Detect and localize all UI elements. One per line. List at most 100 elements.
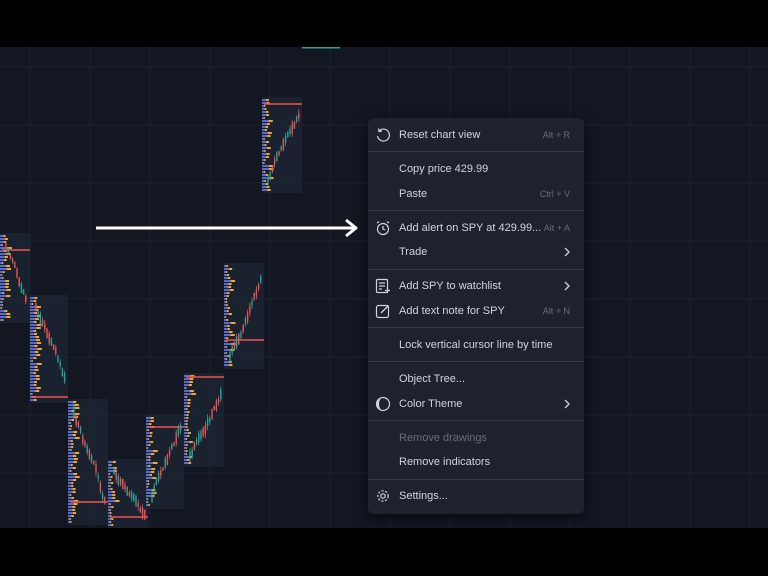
settings-item[interactable]: Settings... (368, 485, 584, 507)
volume-profile-bar (224, 352, 226, 354)
volume-profile-bar (31, 360, 33, 362)
volume-profile-bar (69, 518, 71, 520)
volume-profile-bar (146, 498, 148, 500)
add-to-watchlist-item[interactable]: Add SPY to watchlist (368, 275, 584, 297)
candle-body (280, 146, 282, 151)
volume-profile-bar (148, 504, 150, 506)
volume-profile-bar (224, 298, 226, 300)
candle-body (276, 152, 278, 161)
menu-separator (368, 151, 584, 152)
volume-profile-bar (34, 381, 38, 383)
volume-profile-bar (146, 456, 149, 458)
volume-profile-bar (184, 390, 190, 392)
volume-profile-bar (262, 129, 265, 131)
trade-item[interactable]: Trade (368, 241, 584, 263)
volume-profile-bar (112, 461, 116, 463)
volume-profile-bar (188, 432, 191, 434)
volume-profile-bar (263, 117, 265, 119)
volume-profile-bar (31, 303, 34, 305)
volume-profile-bar (108, 485, 110, 487)
volume-profile-bar (70, 521, 72, 523)
volume-profile-bar (267, 147, 271, 149)
volume-profile-bar (35, 375, 40, 377)
volume-profile-bar (148, 483, 150, 485)
lock-cursor-item[interactable]: Lock vertical cursor line by time (368, 334, 584, 356)
volume-profile-bar (70, 449, 72, 451)
volume-profile-bar (108, 503, 110, 505)
volume-profile-bar (267, 132, 272, 134)
volume-profile-bar (262, 174, 266, 176)
volume-profile-bar (184, 453, 186, 455)
volume-profile-bar (184, 384, 189, 386)
candle-body (113, 467, 115, 475)
volume-profile-bar (30, 324, 38, 326)
volume-profile-bar (68, 470, 70, 472)
object-tree-item[interactable]: Object Tree... (368, 368, 584, 390)
volume-profile-bar (191, 393, 196, 395)
volume-profile-bar (30, 318, 36, 320)
volume-profile-bar (34, 333, 37, 335)
volume-profile-bar (34, 345, 38, 347)
volume-profile-bar (227, 328, 231, 330)
volume-profile-bar (224, 268, 229, 270)
candle-body (249, 305, 251, 313)
volume-profile-bar (68, 515, 72, 517)
candle-body (20, 282, 23, 293)
volume-profile-bar (262, 132, 268, 134)
volume-profile-bar (69, 494, 72, 496)
volume-profile-bar (0, 244, 2, 246)
reset-chart-view-item[interactable]: Reset chart view Alt + R (368, 124, 584, 146)
volume-profile-bar (34, 399, 37, 401)
volume-profile-bar (70, 425, 73, 427)
volume-profile-bar (33, 321, 37, 323)
add-alert-item[interactable]: Add alert on SPY at 429.99... Alt + A (368, 217, 584, 239)
volume-profile-bar (224, 343, 232, 345)
volume-profile-bar (262, 153, 267, 155)
volume-profile-bar (229, 331, 233, 333)
volume-profile-bar (68, 440, 71, 442)
volume-profile-bar (262, 189, 268, 191)
volume-profile-bar (5, 286, 9, 288)
candle-body (144, 509, 146, 520)
volume-profile-bar (224, 334, 231, 336)
volume-profile-bar (30, 366, 35, 368)
volume-profile-bar (224, 355, 228, 357)
volume-profile-bar (68, 491, 73, 493)
volume-profile-bar (228, 313, 232, 315)
candle-body (235, 336, 238, 347)
volume-profile-bar (266, 156, 269, 158)
candle-body (44, 323, 46, 330)
volume-profile-bar (68, 482, 72, 484)
volume-profile-bar (0, 298, 3, 300)
volume-profile-bar (262, 183, 266, 185)
volume-profile-bar (112, 491, 115, 493)
remove-drawings-label: Remove drawings (399, 432, 488, 444)
color-theme-item[interactable]: Color Theme (368, 393, 584, 415)
volume-profile-bar (262, 120, 269, 122)
add-text-note-item[interactable]: Add text note for SPY Alt + N (368, 300, 584, 322)
volume-profile-bar (30, 393, 32, 395)
paste-item[interactable]: Paste Ctrl + V (368, 183, 584, 205)
volume-profile-bar (224, 322, 231, 324)
session-box (0, 233, 30, 323)
candle-body (55, 347, 57, 354)
volume-profile-bar (68, 509, 73, 511)
candle-body (93, 460, 95, 465)
volume-profile-bar (112, 494, 116, 496)
volume-profile-bar (36, 342, 42, 344)
volume-profile-bar (227, 274, 230, 276)
candle-body (18, 278, 20, 287)
volume-profile-bar (74, 404, 79, 406)
volume-profile-bar (227, 292, 230, 294)
remove-indicators-item[interactable]: Remove indicators (368, 451, 584, 473)
volume-profile-bar (262, 135, 268, 137)
volume-profile-bar (264, 144, 267, 146)
candle-body (231, 346, 233, 353)
copy-price-item[interactable]: Copy price 429.99 (368, 158, 584, 180)
volume-profile-bar (146, 471, 152, 473)
volume-profile-bar (230, 280, 236, 282)
candle-body (244, 318, 247, 324)
candle-body (189, 451, 191, 459)
volume-profile-bar (36, 306, 41, 308)
volume-profile-bar (224, 361, 229, 363)
